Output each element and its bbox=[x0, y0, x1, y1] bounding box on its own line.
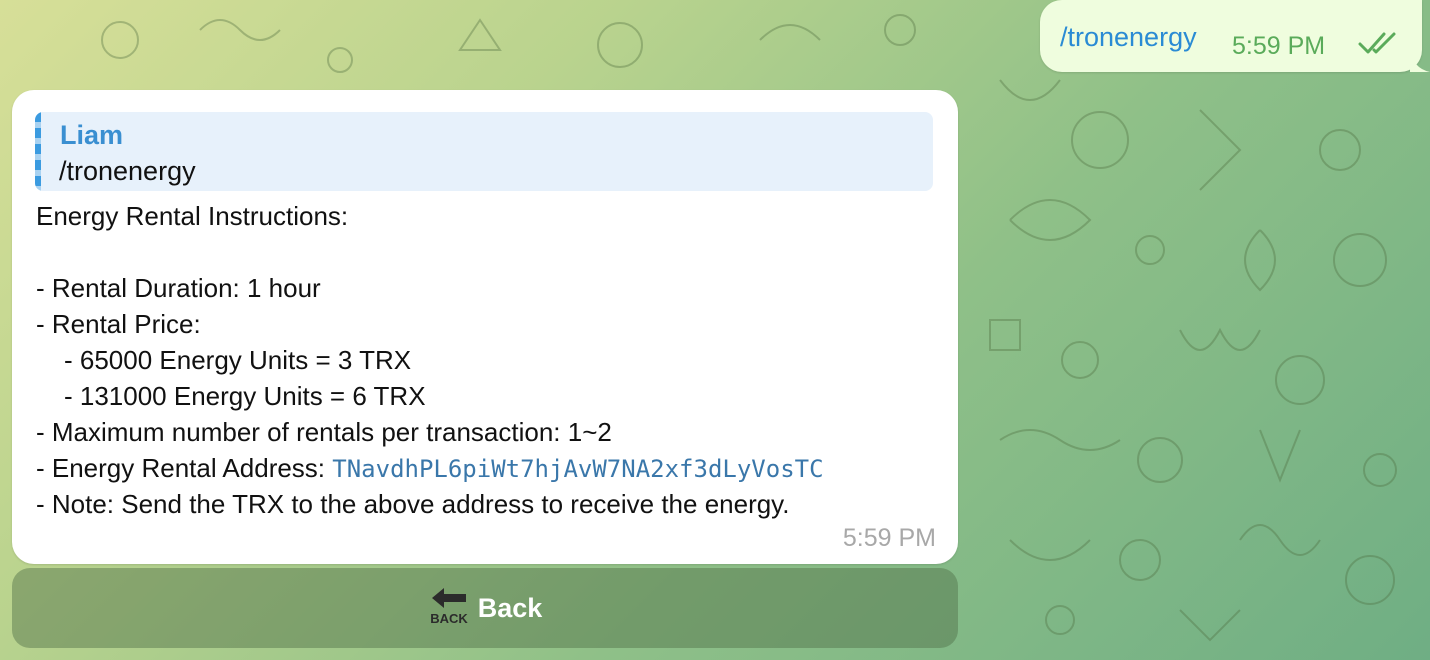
address-label: - Energy Rental Address: bbox=[36, 453, 333, 483]
reply-sender-name: Liam bbox=[60, 120, 124, 150]
message-body: Energy Rental Instructions: - Rental Dur… bbox=[36, 198, 936, 522]
message-line: - Rental Price: bbox=[36, 309, 201, 339]
outgoing-bubble-tail bbox=[1410, 48, 1430, 72]
back-icon-text: BACK bbox=[430, 611, 468, 626]
message-line: - 131000 Energy Units = 6 TRX bbox=[64, 381, 426, 411]
message-line: - Rental Duration: 1 hour bbox=[36, 273, 321, 303]
message-line: Energy Rental Instructions: bbox=[36, 201, 349, 231]
double-check-icon bbox=[1358, 32, 1396, 54]
outgoing-message: /tronenergy 5:59 PM bbox=[1040, 0, 1422, 72]
incoming-message: Liam /tronenergy Energy Rental Instructi… bbox=[12, 90, 958, 564]
back-button-label: Back bbox=[477, 592, 543, 623]
reply-quote-text: /tronenergy bbox=[59, 156, 196, 186]
message-line: - Maximum number of rentals per transact… bbox=[36, 417, 612, 447]
incoming-message-time: 5:59 PM bbox=[842, 524, 936, 552]
outgoing-message-text[interactable]: /tronenergy bbox=[1060, 22, 1197, 53]
message-line: - 65000 Energy Units = 3 TRX bbox=[64, 345, 412, 375]
wallet-address[interactable]: TNavdhPL6piWt7hjAvW7NA2xf3dLyVosTC bbox=[332, 455, 823, 483]
reply-quote[interactable]: Liam /tronenergy bbox=[35, 112, 933, 191]
message-line: - Note: Send the TRX to the above addres… bbox=[36, 489, 790, 519]
reply-quote-bar bbox=[35, 112, 41, 191]
outgoing-message-time: 5:59 PM bbox=[1232, 32, 1326, 60]
message-line-address: - Energy Rental Address: TNavdhPL6piWt7h… bbox=[36, 450, 936, 486]
message-line bbox=[36, 234, 936, 270]
back-button[interactable]: BACK Back bbox=[12, 568, 958, 648]
back-arrow-icon: BACK bbox=[430, 588, 468, 626]
